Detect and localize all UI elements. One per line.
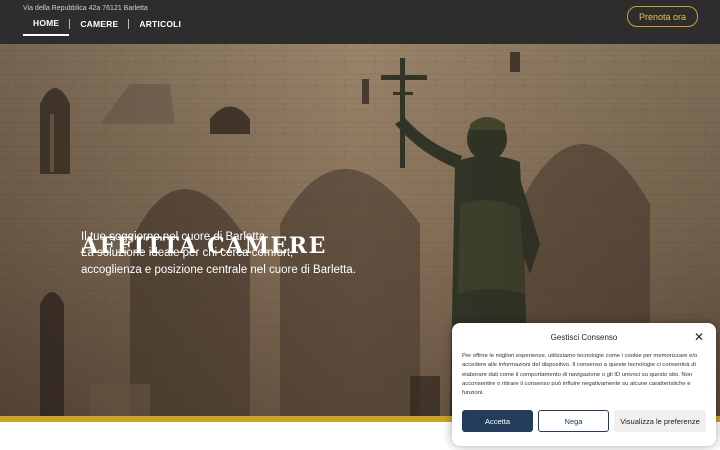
book-now-button[interactable]: Prenota ora bbox=[627, 6, 698, 27]
view-preferences-button[interactable]: Visualizza le preferenze bbox=[614, 410, 706, 432]
hero-subtitle-line-3: accoglienza e posizione centrale nel cuo… bbox=[81, 264, 356, 276]
cookie-consent-dialog: Gestisci Consenso ✕ Per offrire le migli… bbox=[452, 323, 716, 446]
nav-articoli[interactable]: ARTICOLI bbox=[129, 19, 191, 35]
main-nav: HOME CAMERE ARTICOLI bbox=[23, 18, 191, 36]
consent-title: Gestisci Consenso bbox=[550, 333, 618, 342]
close-icon[interactable]: ✕ bbox=[694, 330, 704, 344]
hero-subtitle-line-2: La soluzione ideale per chi cerca comfor… bbox=[81, 247, 294, 259]
deny-button[interactable]: Nega bbox=[538, 410, 609, 432]
address-text: Via della Repubblica 42a 76121 Barletta bbox=[23, 5, 148, 12]
accept-button[interactable]: Accetta bbox=[462, 410, 533, 432]
hero-subtitle-line-1: Il tuo soggiorno nel cuore di Barletta bbox=[81, 231, 266, 243]
nav-home[interactable]: HOME bbox=[23, 18, 70, 36]
consent-description: Per offrire le migliori esperienze, util… bbox=[462, 353, 698, 397]
site-header: Via della Repubblica 42a 76121 Barletta … bbox=[0, 0, 720, 44]
nav-camere[interactable]: CAMERE bbox=[70, 19, 128, 35]
